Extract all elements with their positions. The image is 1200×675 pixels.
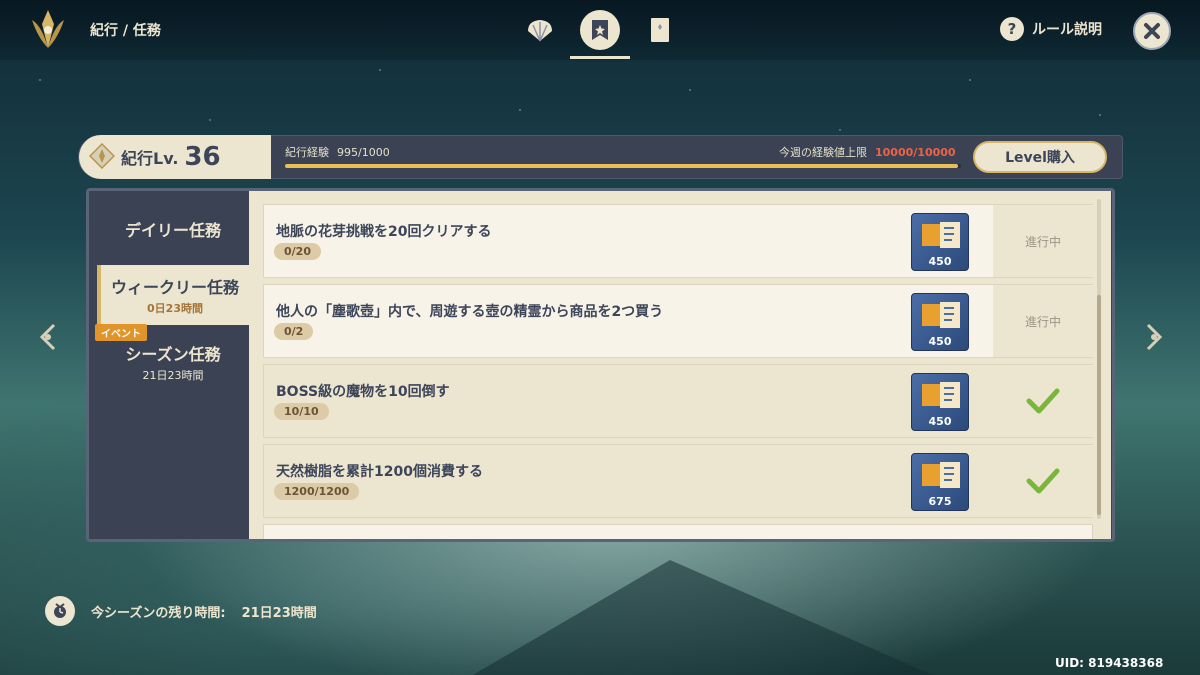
quest-progress: 10/10 [274,403,329,420]
season-remaining-time: 今シーズンの残り時間: 21日23時間 [45,596,317,626]
battle-pass-emblem-icon [32,10,64,48]
exp-value: 995/1000 [337,146,390,159]
breadcrumb: 紀行 / 任務 [90,23,161,39]
reward-exp-item[interactable]: 675 [911,453,969,511]
quest-list-scrollbar[interactable] [1097,199,1101,519]
event-tag: イベント [95,324,147,341]
tab-season-timer: 21日23時間 [142,369,204,382]
exp-label: 紀行経験 [285,146,329,159]
reward-amount: 450 [928,255,952,268]
exp-readout: 紀行経験 995/1000 [285,144,390,160]
checkmark-icon [1026,388,1060,414]
exp-book-icon [922,382,960,408]
checkmark-icon [1026,468,1060,494]
close-icon [1144,23,1160,39]
page-icon [651,18,669,42]
quest-row: BOSS級の魔物を10回倒す 10/10 450 [263,364,1093,438]
level-bar: 紀行Lv. 36 紀行経験 995/1000 今週の経験値上限 10000/1000… [78,135,1123,179]
tab-daily-missions[interactable]: デイリー任務 [97,201,249,263]
tab-missions[interactable] [580,10,620,50]
close-button[interactable] [1133,12,1171,50]
active-tab-underline [570,56,630,59]
reward-exp-item[interactable]: 450 [911,293,969,351]
reward-amount: 450 [928,415,952,428]
buy-level-button[interactable]: Level購入 [973,141,1107,173]
exp-book-icon [922,222,960,248]
uid-label: UID: 819438368 [1055,656,1164,670]
tab-active-indicator [580,10,620,50]
exp-progress-fill [285,164,958,168]
banner-icon [592,20,608,40]
quest-progress: 0/2 [274,323,314,340]
level-label: 紀行Lv. [121,149,179,168]
missions-panel: デイリー任務 ウィークリー任務 0日23時間 シーズン任務 21日23時間 イベ… [86,188,1115,542]
quest-status: 進行中 [993,285,1093,357]
level-number: 36 [184,142,221,172]
quest-title: 地脈の花芽挑戦を20回クリアする [276,224,492,240]
next-page-arrow-icon[interactable] [1142,322,1166,352]
quest-status [993,365,1093,437]
quest-row: 天然樹脂を累計1200個消費する 1200/1200 675 [263,444,1093,518]
quest-progress: 0/20 [274,243,321,260]
reward-exp-item[interactable]: 450 [911,213,969,271]
tab-weekly-missions[interactable]: ウィークリー任務 0日23時間 [97,265,249,325]
quest-progress: 1200/1200 [274,483,360,500]
quest-list[interactable]: 地脈の花芽挑戦を20回クリアする 0/20 450 進行中 他人の「塵歌壺」内で… [249,191,1111,539]
level-badge: 紀行Lv. 36 [79,135,271,179]
diamond-emblem-icon [89,143,115,169]
tab-season-label: シーズン任務 [125,345,221,364]
season-timer-icon [45,596,75,626]
rules-help-button[interactable]: ? ルール説明 [1000,17,1102,41]
quest-status: 進行中 [993,205,1093,277]
season-remaining-value: 21日23時間 [241,605,317,621]
weekly-cap-readout: 今週の経験値上限 10000/10000 [779,144,956,160]
reward-exp-item[interactable]: 450 [911,373,969,431]
quest-status [993,445,1093,517]
mountain-background [430,560,990,675]
exp-progress-bar [285,164,961,168]
quest-row: 他人の「塵歌壺」内で、周遊する壺の精霊から商品を2つ買う 0/2 450 進行中 [263,284,1093,358]
exp-book-icon [922,462,960,488]
weekly-cap-label: 今週の経験値上限 [779,146,867,159]
quest-title: BOSS級の魔物を10回倒す [276,384,450,400]
shell-icon [528,20,552,42]
tab-daily-label: デイリー任務 [124,221,221,240]
weekly-cap-value: 10000/10000 [875,146,956,159]
top-bar: 紀行 / 任務 ? ルール説明 [0,0,1200,60]
tab-rewards[interactable] [520,10,560,50]
scroll-thumb[interactable] [1097,295,1101,515]
reward-amount: 450 [928,335,952,348]
quest-row-partial [263,524,1093,539]
tab-weekly-timer: 0日23時間 [147,302,203,315]
rules-help-label: ルール説明 [1032,22,1102,38]
previous-page-arrow-icon[interactable] [36,322,60,352]
quest-row: 地脈の花芽挑戦を20回クリアする 0/20 450 進行中 [263,204,1093,278]
tab-gear[interactable] [640,10,680,50]
reward-amount: 675 [928,495,952,508]
tab-weekly-label: ウィークリー任務 [110,278,239,297]
question-icon: ? [1000,17,1024,41]
quest-title: 天然樹脂を累計1200個消費する [276,464,483,480]
season-remaining-label: 今シーズンの残り時間: [91,605,226,621]
exp-book-icon [922,302,960,328]
quest-title: 他人の「塵歌壺」内で、周遊する壺の精霊から商品を2つ買う [276,304,664,320]
